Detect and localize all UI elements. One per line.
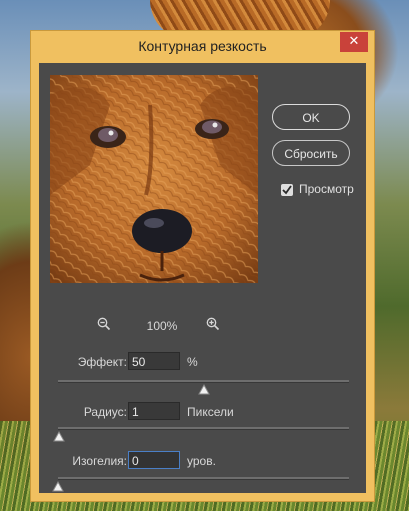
radius-slider-track[interactable]: [53, 427, 349, 442]
effect-slider-track[interactable]: [58, 380, 349, 395]
threshold-label: Изогелия:: [72, 454, 127, 468]
preview-image[interactable]: [50, 75, 258, 283]
dog-face-preview: [50, 75, 258, 283]
effect-unit: %: [187, 355, 198, 369]
threshold-input[interactable]: 0: [128, 451, 180, 469]
threshold-slider-track[interactable]: [52, 477, 349, 492]
slider-thumb-icon: [53, 431, 65, 442]
effect-input[interactable]: 50: [128, 352, 180, 370]
preview-checkbox[interactable]: [281, 184, 293, 196]
close-icon: ✕: [348, 34, 360, 49]
zoom-level: 100%: [146, 319, 178, 333]
unsharp-mask-dialog: Контурная резкость ✕ OK Сбросить Просмот…: [31, 31, 374, 501]
reset-button[interactable]: Сбросить: [272, 140, 350, 166]
effect-label: Эффект:: [77, 355, 127, 369]
radius-unit: Пиксели: [187, 405, 234, 419]
ok-button[interactable]: OK: [272, 104, 350, 130]
radius-label: Радиус:: [83, 405, 127, 419]
zoom-in-icon[interactable]: [206, 317, 220, 331]
dialog-body: OK Сбросить Просмотр 100% Эффект: 50 % Р…: [39, 63, 366, 493]
dialog-titlebar[interactable]: Контурная резкость ✕: [31, 31, 374, 63]
checkmark-icon: [282, 185, 292, 195]
slider-thumb-icon: [198, 384, 210, 395]
radius-input[interactable]: 1: [128, 402, 180, 420]
dialog-title: Контурная резкость: [138, 38, 267, 54]
zoom-out-icon[interactable]: [97, 317, 111, 331]
close-button[interactable]: ✕: [340, 32, 368, 52]
slider-thumb-icon: [52, 481, 64, 492]
threshold-unit: уров.: [187, 454, 216, 468]
preview-checkbox-label[interactable]: Просмотр: [299, 182, 354, 196]
